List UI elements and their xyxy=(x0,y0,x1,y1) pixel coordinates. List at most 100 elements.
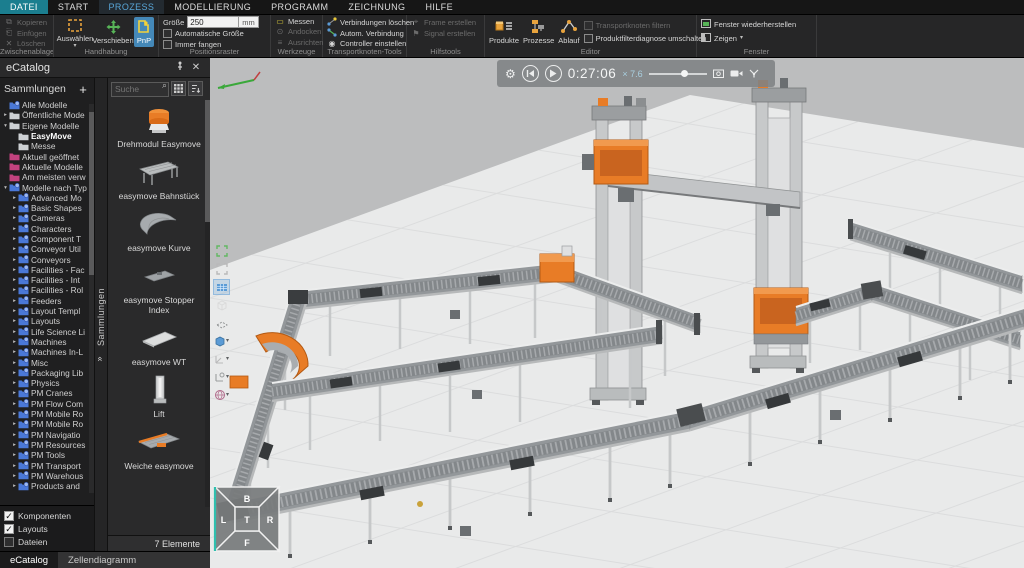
snap-mode-dropdown[interactable]: ▾ xyxy=(214,370,229,384)
lift-tower-2[interactable] xyxy=(750,78,808,373)
filter-komponenten[interactable]: ✓Komponenten xyxy=(4,511,90,521)
paste-button[interactable]: ⎗Einfügen xyxy=(4,28,47,38)
tree-expand-icon[interactable]: ▸ xyxy=(11,318,18,324)
collections-collapse-strip[interactable]: Sammlungen « xyxy=(94,78,108,551)
tree-item-pm-cranes[interactable]: ▸PM Cranes xyxy=(2,388,94,398)
menu-tab-modellierung[interactable]: MODELLIERUNG xyxy=(164,0,261,14)
tree-expand-icon[interactable]: ▸ xyxy=(11,298,18,304)
tree-item--ffentliche-mode[interactable]: ▸Öffentliche Mode xyxy=(2,110,94,120)
tree-expand-icon[interactable]: ▸ xyxy=(11,401,18,407)
record-video-icon[interactable] xyxy=(730,69,743,78)
tree-item-modelle-nach-typ[interactable]: ▾Modelle nach Typ xyxy=(2,182,94,192)
tree-expand-icon[interactable]: ▸ xyxy=(11,287,18,293)
tree-expand-icon[interactable]: ▸ xyxy=(11,442,18,448)
tree-expand-icon[interactable]: ▸ xyxy=(11,267,18,273)
tree-item-messe[interactable]: Messe xyxy=(2,141,94,151)
select-button[interactable]: Auswählen▾ xyxy=(58,17,92,47)
filter-checkbox[interactable]: ✓ xyxy=(4,524,14,534)
tree-item-life-science-li[interactable]: ▸Life Science Li xyxy=(2,327,94,337)
tree-item-packaging-lib[interactable]: ▸Packaging Lib xyxy=(2,368,94,378)
catalog-item-easymove-stopper-index[interactable]: easymove Stopper Index xyxy=(113,260,205,315)
tree-item-basic-shapes[interactable]: ▸Basic Shapes xyxy=(2,203,94,213)
tree-item-pm-mobile-ro[interactable]: ▸PM Mobile Ro xyxy=(2,419,94,429)
tree-expand-icon[interactable]: ▸ xyxy=(11,411,18,417)
toggle-diag-checkbox-row[interactable]: Produktfilterdiagnose umschalten xyxy=(584,33,707,43)
add-collection-button[interactable]: + xyxy=(76,82,90,97)
tree-expand-icon[interactable]: ▸ xyxy=(11,421,18,427)
world-mode-dropdown[interactable]: ▾ xyxy=(214,388,229,402)
tree-expand-icon[interactable]: ▸ xyxy=(11,390,18,396)
tree-item-facilities-rol[interactable]: ▸Facilities - Rol xyxy=(2,285,94,295)
toggle-diag-checkbox[interactable] xyxy=(584,34,593,43)
tree-item-pm-transport[interactable]: ▸PM Transport xyxy=(2,460,94,470)
processes-button[interactable]: Prozesse xyxy=(523,17,554,47)
tree-item-layouts[interactable]: ▸Layouts xyxy=(2,316,94,326)
create-signal-button[interactable]: ⚑Signal erstellen xyxy=(411,28,476,38)
tree-item-eigene-modelle[interactable]: ▾Eigene Modelle xyxy=(2,121,94,131)
pnp-button[interactable]: PnP xyxy=(134,17,154,47)
copy-button[interactable]: ⧉Kopieren xyxy=(4,17,47,27)
menu-tab-zeichnung[interactable]: ZEICHNUNG xyxy=(338,0,415,14)
tree-item-am-meisten-verw[interactable]: Am meisten verw xyxy=(2,172,94,182)
align-button[interactable]: ≡Ausrichten xyxy=(275,38,323,47)
tree-expand-icon[interactable]: ▸ xyxy=(11,226,18,232)
tree-item-component-t[interactable]: ▸Component T xyxy=(2,234,94,244)
3d-viewport[interactable]: B L T R F ⚙ 0:27:06 × 7.6 xyxy=(210,58,1024,568)
catalog-item-drehmodul-easymove[interactable]: Drehmodul Easymove xyxy=(113,104,205,149)
tree-expand-icon[interactable]: ▸ xyxy=(11,339,18,345)
tree-item-layout-templ[interactable]: ▸Layout Templ xyxy=(2,306,94,316)
tree-expand-icon[interactable]: ▸ xyxy=(11,370,18,376)
catalog-item-easymove-kurve[interactable]: easymove Kurve xyxy=(113,208,205,253)
bottom-tab-ecatalog[interactable]: eCatalog xyxy=(0,552,58,568)
tree-item-pm-warehous[interactable]: ▸PM Warehous xyxy=(2,471,94,481)
filter-nodes-checkbox[interactable] xyxy=(584,21,593,30)
tree-expand-icon[interactable]: ▸ xyxy=(11,329,18,335)
tree-expand-icon[interactable]: ▾ xyxy=(2,123,9,129)
floor-plane-icon[interactable] xyxy=(214,316,229,330)
fit-selected-icon[interactable] xyxy=(214,244,229,258)
restore-windows-button[interactable]: Fenster wiederherstellen xyxy=(701,19,796,29)
filter-nodes-checkbox-row[interactable]: Transportknoten filtern xyxy=(584,20,707,30)
bounding-box-icon[interactable] xyxy=(214,298,229,312)
tree-item-pm-navigatio[interactable]: ▸PM Navigatio xyxy=(2,430,94,440)
tree-expand-icon[interactable]: ▸ xyxy=(11,308,18,314)
navigation-cube[interactable]: B L T R F xyxy=(215,487,279,551)
tree-item-facilities-int[interactable]: ▸Facilities - Int xyxy=(2,275,94,285)
tree-expand-icon[interactable]: ▸ xyxy=(11,195,18,201)
tree-expand-icon[interactable]: ▸ xyxy=(11,432,18,438)
tree-item-pm-tools[interactable]: ▸PM Tools xyxy=(2,450,94,460)
menu-tab-datei[interactable]: DATEI xyxy=(0,0,48,14)
menu-tab-prozess[interactable]: PROZESS xyxy=(99,0,165,14)
tree-item-aktuelle-modelle[interactable]: Aktuelle Modelle xyxy=(2,162,94,172)
tree-expand-icon[interactable]: ▸ xyxy=(11,360,18,366)
menu-tab-start[interactable]: START xyxy=(48,0,99,14)
measure-button[interactable]: ▭Messen xyxy=(275,17,323,26)
screenshot-icon[interactable] xyxy=(713,69,724,78)
auto-size-checkbox[interactable] xyxy=(163,29,172,38)
fit-all-icon[interactable] xyxy=(214,262,229,276)
tree-item-advanced-mo[interactable]: ▸Advanced Mo xyxy=(2,193,94,203)
filter-layouts[interactable]: ✓Layouts xyxy=(4,524,90,534)
tree-expand-icon[interactable]: ▸ xyxy=(11,463,18,469)
tree-item-machines-in-l[interactable]: ▸Machines In-L xyxy=(2,347,94,357)
tree-expand-icon[interactable]: ▸ xyxy=(11,452,18,458)
tree-item-feeders[interactable]: ▸Feeders xyxy=(2,296,94,306)
tree-item-facilities-fac[interactable]: ▸Facilities - Fac xyxy=(2,265,94,275)
tree-expand-icon[interactable]: ▸ xyxy=(11,277,18,283)
menu-tab-programm[interactable]: PROGRAMM xyxy=(261,0,338,14)
tree-item-pm-mobile-ro[interactable]: ▸PM Mobile Ro xyxy=(2,409,94,419)
tree-expand-icon[interactable]: ▸ xyxy=(11,483,18,489)
play-button[interactable] xyxy=(545,65,562,82)
dock-button[interactable]: ⊙Andocken xyxy=(275,27,323,36)
filter-checkbox[interactable] xyxy=(4,537,14,547)
delete-connections-button[interactable]: Verbindungen löschen xyxy=(327,17,414,27)
tree-item-alle-modelle[interactable]: Alle Modelle xyxy=(2,100,94,110)
pin-icon[interactable] xyxy=(172,61,188,74)
speed-slider[interactable] xyxy=(649,69,707,79)
tree-expand-icon[interactable]: ▸ xyxy=(11,205,18,211)
tree-expand-icon[interactable]: ▸ xyxy=(11,246,18,252)
tree-item-cameras[interactable]: ▸Cameras xyxy=(2,213,94,223)
menu-tab-hilfe[interactable]: HILFE xyxy=(415,0,463,14)
catalog-item-weiche-easymove[interactable]: Weiche easymove xyxy=(113,426,205,471)
tree-item-physics[interactable]: ▸Physics xyxy=(2,378,94,388)
